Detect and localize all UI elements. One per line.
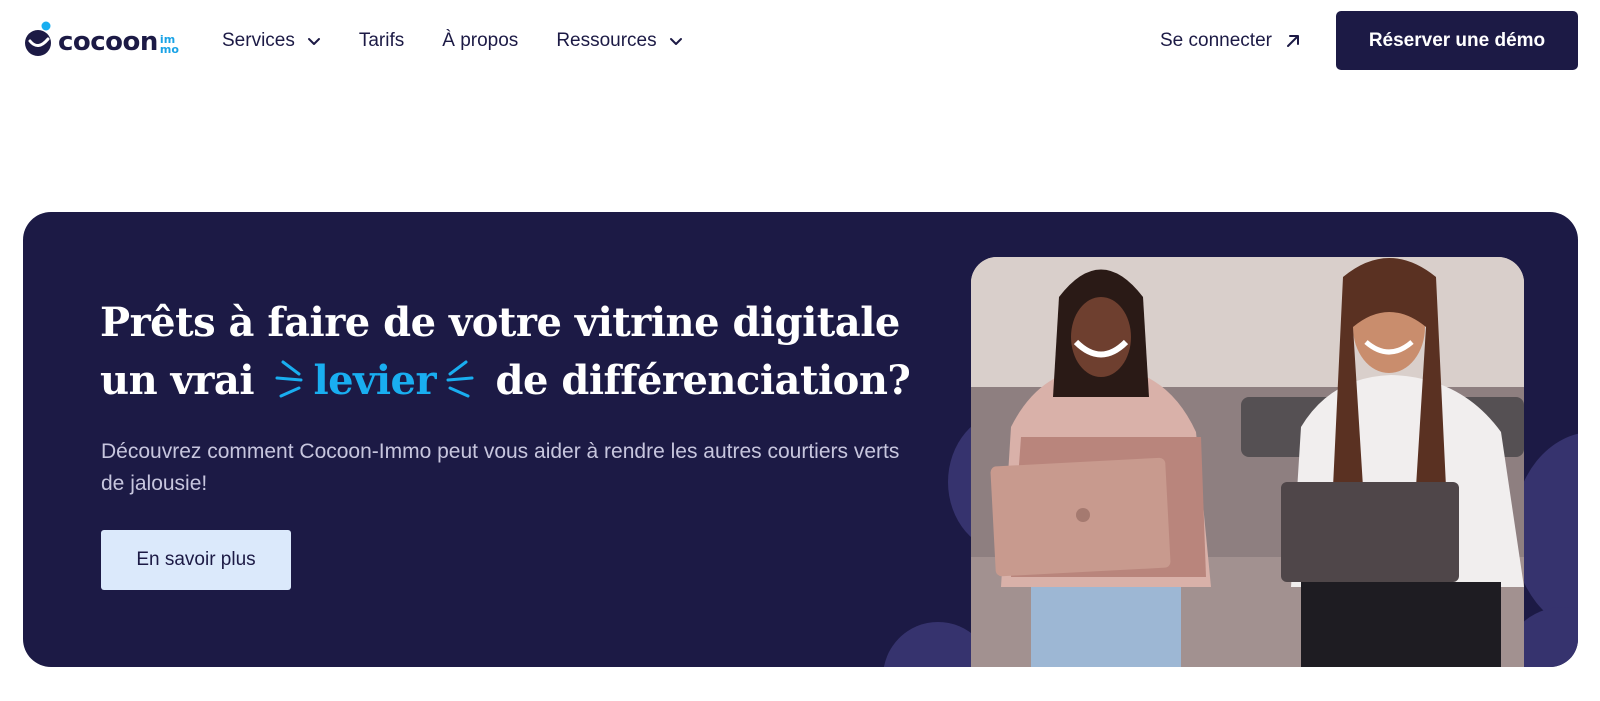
- headline-line-2: un vrai levier de différenciation?: [100, 352, 940, 410]
- nav-item-label: Services: [222, 30, 295, 51]
- team-photo: [971, 257, 1524, 667]
- team-photo-illustration: [971, 257, 1524, 667]
- nav-item-label: Ressources: [556, 30, 657, 51]
- nav-item-a-propos[interactable]: À propos: [442, 30, 518, 52]
- headline-line-1: Prêts à faire de votre vitrine digitale: [100, 299, 900, 346]
- nav-item-ressources[interactable]: Ressources: [556, 30, 682, 52]
- promo-banner: Prêts à faire de votre vitrine digitale …: [23, 212, 1578, 667]
- nav-item-label: Tarifs: [358, 30, 405, 51]
- sparkle-lines-icon: [275, 360, 303, 398]
- logo-suffix: im mo: [159, 34, 179, 56]
- banner-headline: Prêts à faire de votre vitrine digitale …: [100, 294, 940, 410]
- nav-item-tarifs[interactable]: Tarifs: [359, 30, 404, 52]
- logo[interactable]: cocoon im mo: [24, 20, 179, 60]
- sparkle-lines-icon: [446, 360, 474, 398]
- login-label: Se connecter: [1160, 30, 1272, 51]
- nav-item-services[interactable]: Services: [222, 30, 321, 52]
- chevron-down-icon: [669, 38, 682, 45]
- book-demo-button[interactable]: Réserver une démo: [1336, 11, 1578, 70]
- chevron-down-icon: [307, 38, 320, 45]
- learn-more-button[interactable]: En savoir plus: [101, 530, 291, 590]
- headline-pre: un vrai: [100, 357, 255, 404]
- logo-suffix-bottom: mo: [159, 43, 179, 56]
- main-nav: Services Tarifs À propos Ressources: [222, 26, 721, 56]
- login-link[interactable]: Se connecter: [1160, 26, 1302, 56]
- banner-subtext: Découvrez comment Cocoon-Immo peut vous …: [101, 440, 900, 495]
- headline-accent: levier: [313, 357, 437, 404]
- cocoon-logo-icon: [24, 21, 54, 59]
- headline-post: de différenciation?: [495, 357, 911, 404]
- logo-wordmark: cocoon: [58, 27, 158, 57]
- arrow-up-right-icon: [1286, 35, 1299, 47]
- site-header: cocoon im mo Services Tarifs À propos Re…: [0, 0, 1600, 82]
- nav-item-label: À propos: [442, 30, 519, 51]
- headline-accent-wrap: levier: [267, 352, 482, 410]
